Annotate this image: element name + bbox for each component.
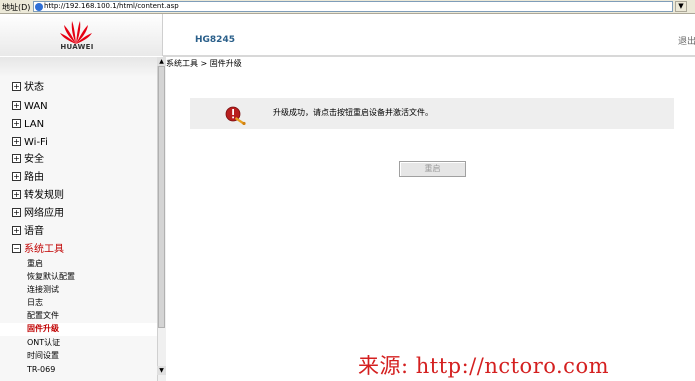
logout-link[interactable]: 退出 bbox=[678, 34, 695, 47]
header-bar bbox=[163, 14, 695, 56]
expand-icon: + bbox=[12, 190, 21, 199]
expand-icon: + bbox=[12, 208, 21, 217]
address-dropdown-button[interactable]: ▼ bbox=[675, 1, 687, 12]
sub-item-reboot[interactable]: 重启 bbox=[27, 258, 43, 270]
sub-item-log[interactable]: 日志 bbox=[27, 297, 43, 309]
sidebar-top-shade bbox=[0, 57, 157, 77]
scroll-thumb[interactable] bbox=[158, 66, 165, 328]
expand-icon: + bbox=[12, 82, 21, 91]
address-bar: 地址(D) http://192.168.100.1/html/content.… bbox=[0, 0, 695, 14]
scroll-up-arrow-icon[interactable]: ▲ bbox=[157, 57, 166, 66]
menu-item-system-tools[interactable]: − 系统工具 bbox=[12, 243, 64, 257]
menu-item-wan[interactable]: + WAN bbox=[12, 100, 48, 114]
menu-item-voice[interactable]: + 语音 bbox=[12, 225, 44, 239]
sub-item-firmware-upgrade[interactable]: 固件升级 bbox=[27, 323, 59, 335]
expand-icon: + bbox=[12, 226, 21, 235]
header-divider bbox=[163, 55, 695, 57]
sub-item-connection-test[interactable]: 连接测试 bbox=[27, 284, 59, 296]
huawei-logo-icon bbox=[60, 21, 92, 44]
warning-icon bbox=[225, 106, 246, 125]
menu-item-network-apps[interactable]: + 网络应用 bbox=[12, 207, 64, 221]
sub-item-time-settings[interactable]: 时间设置 bbox=[27, 350, 59, 362]
sub-item-tr069[interactable]: TR-069 bbox=[27, 364, 55, 376]
device-model: HG8245 bbox=[195, 35, 235, 45]
upgrade-success-message: 升级成功，请点击按钮重启设备并激活文件。 bbox=[273, 108, 433, 117]
active-item-highlight bbox=[0, 323, 157, 336]
expand-icon: + bbox=[12, 101, 21, 110]
sub-item-ont-auth[interactable]: ONT认证 bbox=[27, 337, 60, 349]
expand-icon: + bbox=[12, 154, 21, 163]
sub-item-config-file[interactable]: 配置文件 bbox=[27, 310, 59, 322]
breadcrumb: 系统工具 > 固件升级 bbox=[166, 59, 242, 68]
menu-item-lan[interactable]: + LAN bbox=[12, 118, 44, 132]
logo-text: HUAWEI bbox=[60, 43, 94, 51]
chevron-down-icon: ▼ bbox=[678, 2, 684, 10]
menu-item-forward-rules[interactable]: + 转发规则 bbox=[12, 189, 64, 203]
menu-item-wifi[interactable]: + Wi-Fi bbox=[12, 136, 48, 150]
ie-page-icon bbox=[35, 3, 43, 11]
restart-button[interactable]: 重启 bbox=[399, 161, 466, 177]
expand-icon: + bbox=[12, 137, 21, 146]
expand-icon: + bbox=[12, 119, 21, 128]
expand-icon: + bbox=[12, 172, 21, 181]
address-label: 地址(D) bbox=[2, 3, 31, 12]
url-input[interactable]: http://192.168.100.1/html/content.asp bbox=[33, 1, 673, 12]
logo-area: HUAWEI bbox=[0, 14, 163, 56]
menu-item-status[interactable]: + 状态 bbox=[12, 81, 44, 95]
collapse-icon: − bbox=[12, 244, 21, 253]
menu-item-route[interactable]: + 路由 bbox=[12, 171, 44, 185]
scroll-down-arrow-icon[interactable]: ▼ bbox=[157, 366, 166, 375]
menu-item-security[interactable]: + 安全 bbox=[12, 153, 44, 167]
watermark-text: 来源: http://nctoro.com bbox=[358, 354, 609, 378]
sub-item-restore-defaults[interactable]: 恢复默认配置 bbox=[27, 271, 75, 283]
url-text: http://192.168.100.1/html/content.asp bbox=[44, 2, 179, 10]
